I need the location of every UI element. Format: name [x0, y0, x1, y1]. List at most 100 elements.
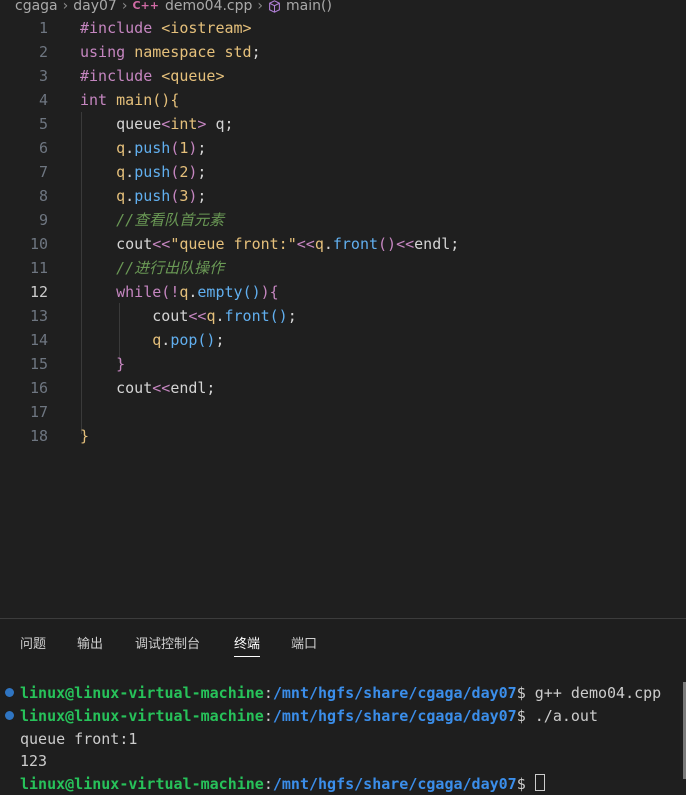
tab-debug-console[interactable]: 调试控制台 [135, 633, 200, 652]
code-token: . [125, 163, 135, 181]
code-token: } [116, 355, 126, 373]
code-token: int [170, 115, 198, 133]
breadcrumb-item-file[interactable]: demo04.cpp [165, 0, 252, 13]
code-token: pop [170, 331, 198, 349]
terminal-output: queue front:1 [20, 730, 138, 748]
breadcrumb-item-symbol[interactable]: main() [286, 0, 332, 13]
line-number: 15 [29, 355, 48, 373]
breadcrumb-item-folder[interactable]: cgaga [15, 0, 58, 13]
code-token: empty [197, 283, 243, 301]
code-token: push [134, 139, 171, 157]
line-number: 9 [38, 211, 48, 229]
tab-output[interactable]: 输出 [77, 633, 103, 652]
line-number: 11 [29, 259, 48, 277]
terminal-line: linux@linux-virtual-machine:/mnt/hgfs/sh… [20, 705, 598, 727]
code-token: << [152, 379, 171, 397]
code-token: ! [170, 283, 180, 301]
code-token: namespace [134, 43, 225, 61]
code-text: //查看队首元素 [80, 208, 224, 232]
code-line[interactable]: 9 //查看队首元素 [0, 208, 686, 232]
code-line[interactable]: 1 #include <iostream> [0, 16, 686, 40]
terminal-user: linux@linux-virtual-machine [20, 707, 264, 725]
code-token: << [188, 307, 207, 325]
code-token: <queue> [161, 67, 225, 85]
code-token: ( [170, 139, 180, 157]
line-number: 7 [38, 163, 48, 181]
cpp-file-icon: C++ [132, 0, 159, 12]
line-number: 13 [29, 307, 48, 325]
code-text: } [80, 424, 89, 448]
code-line[interactable]: 7 q.push(2); [0, 160, 686, 184]
code-text: q.push(1); [80, 136, 206, 160]
command-status-dot-icon[interactable] [5, 711, 14, 720]
code-line[interactable]: 2 using namespace std; [0, 40, 686, 64]
code-token: q; [206, 115, 234, 133]
code-line[interactable]: 15 } [0, 352, 686, 376]
line-number: 3 [38, 67, 48, 85]
breadcrumb: cgaga › day07 › C++ demo04.cpp › main() [0, 0, 686, 16]
code-token: ( [170, 187, 180, 205]
terminal-line: linux@linux-virtual-machine:/mnt/hgfs/sh… [20, 682, 661, 704]
code-line[interactable]: 5 queue<int> q; [0, 112, 686, 136]
code-token: q [152, 331, 162, 349]
code-token: using [80, 43, 135, 61]
code-token: ; [197, 163, 207, 181]
code-token: . [323, 235, 333, 253]
code-line[interactable]: 14 q.pop(); [0, 328, 686, 352]
code-token: push [134, 187, 171, 205]
code-text: queue<int> q; [80, 112, 234, 136]
tab-terminal[interactable]: 终端 [234, 633, 261, 657]
code-line[interactable]: 10 cout<<"queue front:"<<q.front()<<endl… [0, 232, 686, 256]
terminal-path: /mnt/hgfs/share/cgaga/day07 [272, 684, 517, 702]
terminal-separator: : [263, 684, 273, 702]
terminal-path: /mnt/hgfs/share/cgaga/day07 [272, 707, 517, 725]
code-line[interactable]: 17 [0, 400, 686, 424]
code-line[interactable]: 6 q.push(1); [0, 136, 686, 160]
code-text: while(!q.empty()){ [80, 280, 279, 304]
code-line[interactable]: 3 #include <queue> [0, 64, 686, 88]
terminal-line: queue front:1 [20, 728, 137, 750]
code-token: endl; [170, 379, 216, 397]
code-line[interactable]: 12 while(!q.empty()){ [0, 280, 686, 304]
code-line[interactable]: 16 cout<<endl; [0, 376, 686, 400]
line-number: 10 [29, 235, 48, 253]
code-token: cout [80, 307, 189, 325]
code-token: ; [197, 187, 207, 205]
code-line[interactable]: 4 int main(){ [0, 88, 686, 112]
code-line[interactable]: 11 //进行出队操作 [0, 256, 686, 280]
code-editor[interactable]: 1 #include <iostream> 2 using namespace std… [0, 16, 686, 618]
code-token: . [215, 307, 225, 325]
terminal-separator: : [263, 775, 273, 793]
code-line[interactable]: 18} [0, 424, 686, 448]
code-line[interactable]: 13 cout<<q.front(); [0, 304, 686, 328]
tab-ports[interactable]: 端口 [291, 633, 317, 652]
breadcrumb-item-subfolder[interactable]: day07 [73, 0, 117, 13]
line-number: 8 [38, 187, 48, 205]
code-text: //进行出队操作 [80, 256, 224, 280]
line-number: 2 [38, 43, 48, 61]
code-text: using namespace std; [80, 40, 261, 64]
code-token: << [296, 235, 315, 253]
chevron-right-icon: › [62, 0, 69, 14]
code-token: ; [287, 307, 297, 325]
code-token: front [332, 235, 379, 253]
line-number: 18 [29, 427, 48, 445]
command-status-dot-icon[interactable] [5, 688, 14, 697]
tab-problems[interactable]: 问题 [20, 633, 46, 652]
code-token: { [170, 91, 180, 109]
code-token: //进行出队操作 [116, 259, 225, 277]
code-token: <iostream> [161, 19, 252, 37]
terminal-line: linux@linux-virtual-machine:/mnt/hgfs/sh… [20, 773, 545, 795]
code-line[interactable]: 8 q.push(3); [0, 184, 686, 208]
symbol-method-icon [269, 0, 280, 13]
code-token: endl; [414, 235, 460, 253]
code-token: << [396, 235, 415, 253]
code-text: q.pop(); [80, 328, 224, 352]
code-token: q [314, 235, 324, 253]
terminal-user: linux@linux-virtual-machine [20, 775, 264, 793]
code-token: cout [80, 235, 153, 253]
